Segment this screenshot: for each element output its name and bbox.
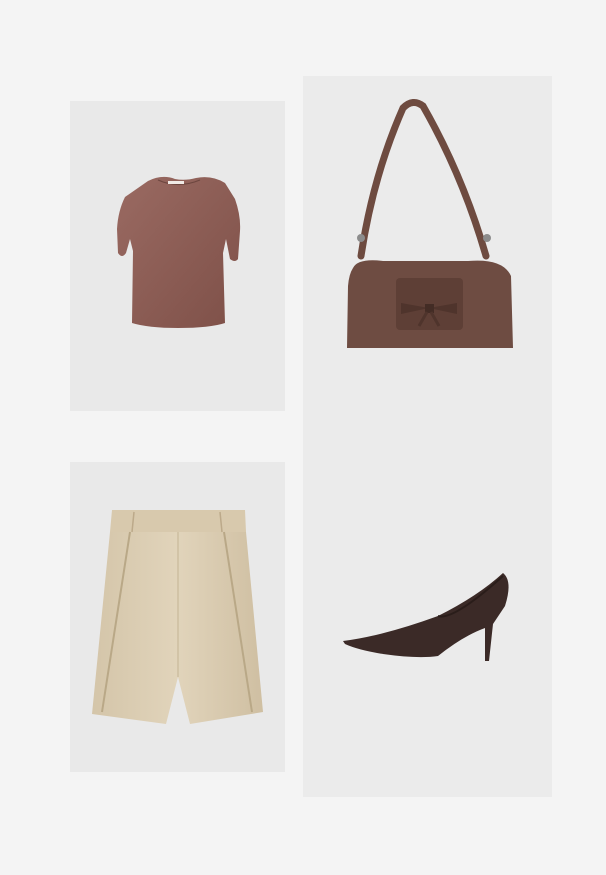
product-card-top[interactable] [70, 101, 285, 411]
product-card-shorts[interactable] [70, 462, 285, 772]
shorts-image [92, 510, 263, 724]
product-card-bag-and-pumps[interactable] [303, 76, 552, 797]
top-image [117, 176, 241, 328]
bag-and-pumps-image [343, 99, 513, 661]
